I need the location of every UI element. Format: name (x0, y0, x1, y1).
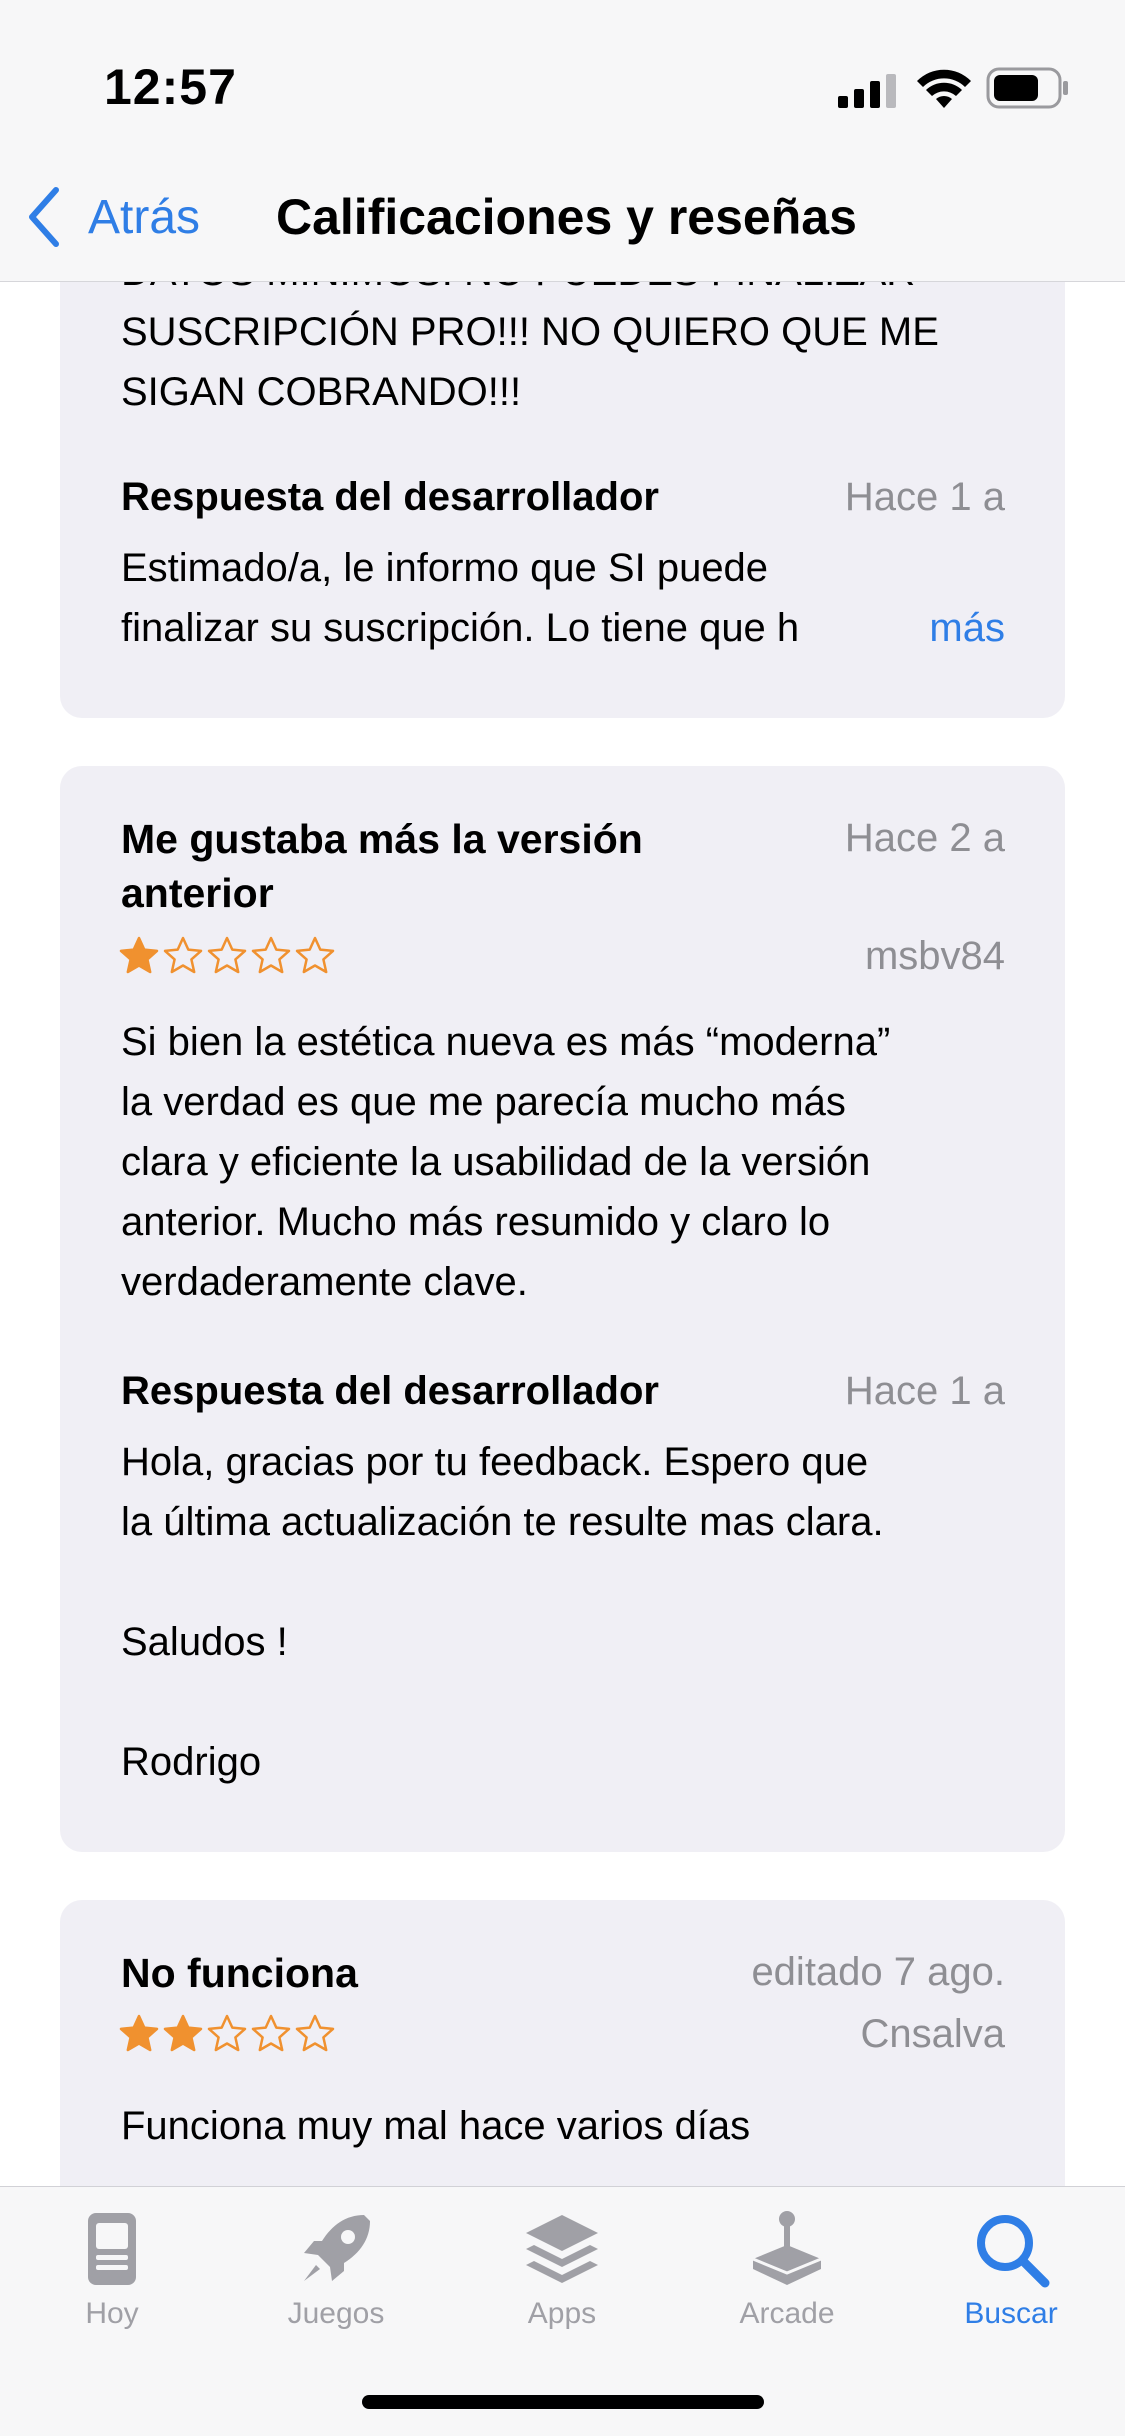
developer-response-line: la última actualización te resulte mas c… (121, 1500, 884, 1544)
review-body-line: la verdad es que me parecía mucho más (121, 1080, 846, 1124)
star-empty-icon (207, 936, 247, 974)
developer-response-line: Rodrigo (121, 1740, 262, 1784)
developer-response-label: Respuesta del desarrollador (121, 1369, 659, 1413)
battery-icon (986, 67, 1068, 109)
tab-label: Juegos (287, 2297, 385, 2330)
status-time: 12:57 (104, 59, 237, 115)
review-body-line: verdaderamente clave. (121, 1260, 528, 1304)
star-filled-icon (119, 2014, 159, 2052)
back-label: Atrás (88, 190, 201, 244)
reviews-list[interactable]: DATOS MÍNIMOS. NO PUEDES FINALIZAR SUSCR… (0, 0, 1125, 2436)
joystick-icon (752, 2211, 822, 2285)
review-author: msbv84 (864, 934, 1005, 978)
search-icon (977, 2215, 1050, 2288)
developer-response-line: Saludos ! (121, 1620, 288, 1664)
tab-arcade[interactable]: Arcade (697, 2207, 877, 2331)
tab-apps[interactable]: Apps (472, 2207, 652, 2331)
star-filled-icon (163, 2014, 203, 2052)
tab-label: Buscar (964, 2297, 1058, 2330)
star-empty-icon (163, 936, 203, 974)
apps-stack-icon (526, 2215, 598, 2283)
developer-response-label: Respuesta del desarrollador (121, 475, 659, 519)
star-empty-icon (295, 936, 335, 974)
star-filled-icon (119, 936, 159, 974)
review-title: Me gustaba más la versión anterior (121, 816, 643, 916)
review-author: Cnsalva (860, 2012, 1005, 2056)
star-empty-icon (251, 936, 291, 974)
back-button[interactable]: Atrás (24, 182, 200, 252)
more-link[interactable]: más (859, 598, 1005, 658)
chevron-left-icon (29, 187, 59, 247)
review-body-line: SUSCRIPCIÓN PRO!!! NO QUIERO QUE ME (121, 310, 939, 354)
review-body-line: SIGAN COBRANDO!!! (121, 370, 522, 414)
tab-juegos[interactable]: Juegos (246, 2207, 426, 2331)
tab-label: Hoy (85, 2297, 139, 2330)
navigation-bar: 12:57 Atrás Calificaciones y reseñas (0, 0, 1125, 282)
review-title: No funciona (121, 1950, 358, 1996)
review-card[interactable]: Me gustaba más la versión anterior Hace … (60, 766, 1065, 1852)
review-body-line: Funciona muy mal hace varios días (121, 2104, 751, 2148)
today-icon (88, 2213, 136, 2285)
tab-label: Apps (527, 2297, 597, 2330)
rocket-icon (304, 2215, 370, 2281)
wifi-icon (917, 69, 971, 108)
developer-response-date: Hace 1 a (844, 1369, 1005, 1413)
developer-response-date: Hace 1 a (844, 475, 1005, 519)
review-body-line: anterior. Mucho más resumido y claro lo (121, 1200, 831, 1244)
home-indicator (362, 2395, 764, 2409)
page-title: Calificaciones y reseñas (276, 189, 857, 245)
cellular-signal-icon (838, 74, 896, 108)
review-date: Hace 2 a (844, 816, 1005, 860)
review-body-line: Si bien la estética nueva es más “modern… (121, 1020, 891, 1064)
tab-hoy[interactable]: Hoy (22, 2207, 202, 2331)
tab-buscar[interactable]: Buscar (921, 2207, 1101, 2331)
star-empty-icon (251, 2014, 291, 2052)
review-date: editado 7 ago. (751, 1950, 1005, 1994)
review-body-line: clara y eficiente la usabilidad de la ve… (121, 1140, 871, 1184)
star-empty-icon (207, 2014, 247, 2052)
star-rating (119, 936, 335, 976)
developer-response-line: Estimado/a, le informo que SI puede (121, 546, 769, 590)
tab-label: Arcade (739, 2297, 835, 2330)
star-empty-icon (295, 2014, 335, 2052)
star-rating (119, 2014, 335, 2054)
developer-response-line: Hola, gracias por tu feedback. Espero qu… (121, 1440, 869, 1484)
